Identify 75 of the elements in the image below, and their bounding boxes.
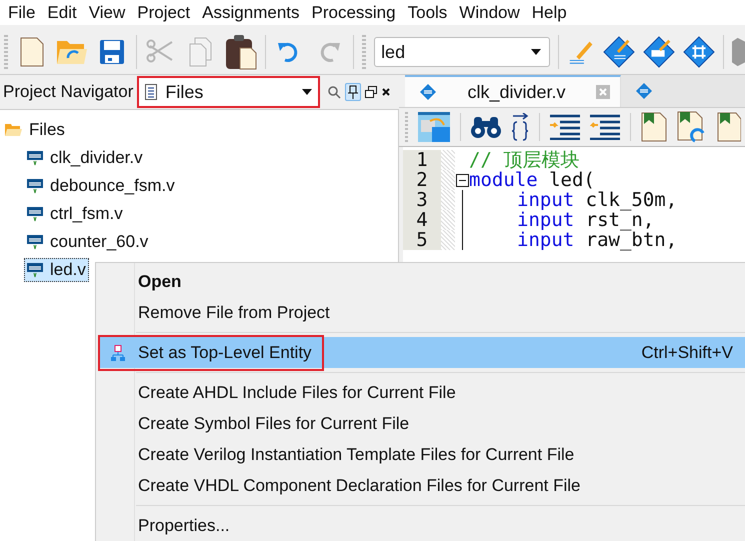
margin-strip (441, 150, 455, 170)
editor-tab[interactable]: clk_divider.v (405, 75, 621, 107)
line-number: 5 (403, 230, 441, 250)
code-line: input clk_50m, (516, 190, 678, 210)
compile-diamond-icon[interactable] (642, 35, 675, 69)
code-line: input rst_n, (516, 210, 654, 230)
tree-file[interactable]: clk_divider.v (24, 146, 146, 170)
menu-item[interactable]: Create Symbol Files for Current File (98, 408, 745, 439)
menu-item[interactable]: Edit (41, 2, 83, 22)
menu-item[interactable]: Set as Top-Level Entity Ctrl+Shift+V (98, 337, 745, 368)
grid-diamond-icon[interactable] (682, 35, 715, 69)
view-dropdown[interactable]: Files (137, 76, 320, 108)
save-icon[interactable] (98, 39, 125, 65)
line-number: 2 (403, 170, 441, 190)
braces-icon[interactable] (511, 113, 529, 141)
document-icon (145, 84, 158, 100)
verilog-file-icon (27, 206, 43, 222)
pin-icon (346, 84, 360, 100)
paste-icon[interactable] (224, 34, 257, 70)
menu-item[interactable]: Processing (306, 2, 402, 22)
menu-item[interactable]: Help (526, 2, 573, 22)
verilog-file-icon (419, 83, 437, 101)
edit-diamond-icon[interactable] (603, 35, 635, 69)
tree-folder[interactable]: Files (2, 118, 68, 142)
close-icon[interactable] (381, 87, 392, 97)
fold-toggle-icon[interactable] (456, 174, 468, 186)
bookmark-icon[interactable] (641, 112, 667, 142)
tree-file[interactable]: ctrl_fsm.v (24, 202, 126, 226)
next-bookmark-icon[interactable] (677, 111, 707, 143)
menu-item[interactable]: Window (453, 2, 526, 22)
panel-title: Project Navigator (3, 82, 134, 102)
restore-window-icon[interactable] (365, 86, 378, 98)
menu-item[interactable]: Properties... (98, 510, 745, 541)
line-number: 3 (403, 190, 441, 210)
dropdown-arrow-icon (302, 89, 312, 95)
tree-file[interactable]: led.v (24, 258, 89, 282)
margin-strip (441, 170, 455, 190)
verilog-file-icon (27, 150, 43, 166)
project-dropdown[interactable]: led (374, 37, 550, 67)
hierarchy-icon (111, 344, 125, 360)
outdent-icon[interactable] (590, 114, 620, 140)
verilog-file-icon (27, 178, 43, 194)
margin-strip (441, 210, 455, 230)
menu-item[interactable]: Open (98, 266, 745, 297)
window-switch-icon[interactable] (418, 112, 450, 142)
menu-item[interactable]: Create AHDL Include Files for Current File (98, 377, 745, 408)
verilog-file-icon (27, 234, 43, 250)
menu-item[interactable]: Create Verilog Instantiation Template Files for Current File (98, 439, 745, 470)
indent-icon[interactable] (550, 114, 580, 140)
line-number: 4 (403, 210, 441, 230)
dropdown-arrow-icon (530, 49, 541, 55)
code-line: // 顶层模块 (469, 150, 580, 170)
bookmark-icon[interactable] (717, 112, 741, 142)
margin-strip (441, 190, 455, 210)
tree-file[interactable]: debounce_fsm.v (24, 174, 178, 198)
binoculars-icon[interactable] (471, 115, 501, 139)
verilog-file-icon (635, 82, 653, 100)
line-number: 1 (403, 150, 441, 170)
margin-strip (441, 230, 455, 250)
pin-button[interactable] (345, 83, 362, 101)
code-line: input raw_btn, (516, 230, 678, 250)
new-file-icon[interactable] (18, 37, 45, 67)
menu-item[interactable]: Tools (402, 2, 454, 22)
menu-item[interactable]: Remove File from Project (98, 297, 745, 328)
menu-item[interactable]: Assignments (196, 2, 306, 22)
verilog-file-icon (27, 262, 43, 278)
menu-item[interactable]: View (82, 2, 132, 22)
open-folder-icon[interactable] (56, 38, 88, 66)
menu-item[interactable]: File (2, 2, 42, 22)
menu-item[interactable]: Project (131, 2, 196, 22)
search-icon[interactable] (328, 86, 342, 98)
menu-item[interactable]: Create VHDL Component Declaration Files for Current File (98, 470, 745, 501)
shortcut-text: Ctrl+Shift+V (641, 342, 734, 362)
code-line: module led( (469, 170, 595, 190)
tree-file[interactable]: counter_60.v (24, 230, 152, 254)
